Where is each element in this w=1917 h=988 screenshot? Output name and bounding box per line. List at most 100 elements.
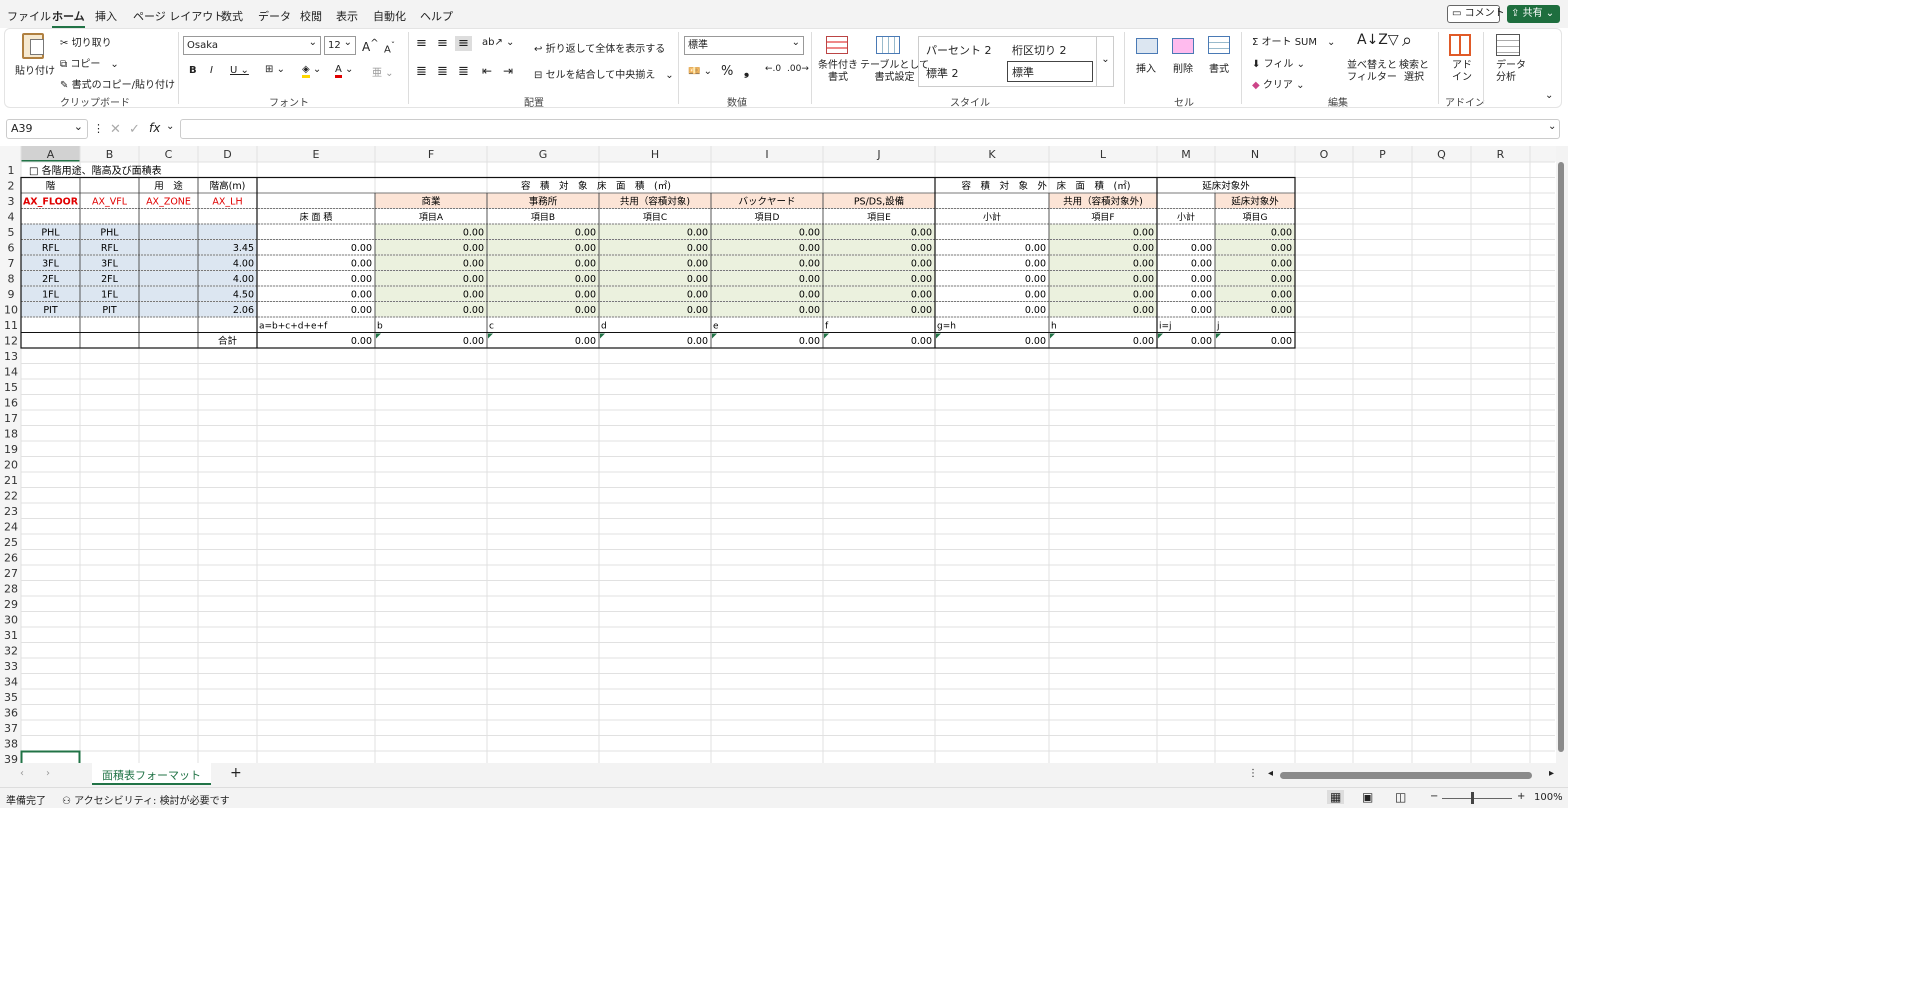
- area-value: 0.00: [1191, 259, 1212, 270]
- area-value: 0.00: [687, 290, 708, 301]
- fill-color-button[interactable]: ◈ ⌄: [302, 64, 321, 78]
- row-header: 25: [4, 536, 18, 549]
- horizontal-scrollbar[interactable]: [1280, 772, 1532, 779]
- zoom-level[interactable]: 100%: [1534, 792, 1563, 803]
- tab-data[interactable]: データ: [258, 8, 291, 24]
- border-button[interactable]: ⊞ ⌄: [265, 64, 285, 75]
- tab-automate[interactable]: 自動化: [373, 8, 406, 24]
- fill-button[interactable]: ⬇ フィル ⌄: [1252, 55, 1305, 70]
- worksheet[interactable]: A B C D E F G H I J K L M N O P Q R 1 2 3 4 5 6 7 8 9 10 11 12 13 14 15 1…: [0, 146, 1568, 779]
- align-right-icon[interactable]: ≣: [458, 64, 469, 79]
- error-indicator: [1158, 333, 1163, 339]
- tab-file[interactable]: ファイル: [7, 8, 51, 24]
- tab-help[interactable]: ヘルプ: [420, 8, 453, 24]
- scroll-right-icon[interactable]: ▸: [1549, 768, 1554, 779]
- accounting-format-button[interactable]: 💴 ⌄: [688, 66, 712, 77]
- styles-more-button[interactable]: ⌄: [1096, 36, 1114, 87]
- tab-insert[interactable]: 挿入: [95, 8, 117, 24]
- number-format-select[interactable]: 標準: [684, 34, 804, 55]
- accessibility-icon: ⚇: [62, 796, 71, 807]
- shrink-font-button[interactable]: Aˇ: [384, 40, 395, 55]
- decrease-indent-icon[interactable]: ⇤: [482, 64, 492, 78]
- copy-button[interactable]: ⧉ コピー ⌄: [60, 55, 119, 70]
- row-header: 23: [4, 505, 18, 518]
- tab-view[interactable]: 表示: [336, 8, 358, 24]
- tab-page-layout[interactable]: ページ レイアウト: [133, 8, 224, 24]
- vertical-scrollbar-thumb[interactable]: [1558, 162, 1564, 752]
- orientation-button[interactable]: ab↗ ⌄: [482, 37, 514, 48]
- area-value: 0.00: [687, 305, 708, 316]
- zoom-slider[interactable]: [1442, 798, 1512, 799]
- insert-function-button[interactable]: fx: [149, 121, 160, 135]
- floor-level: RFL: [101, 243, 119, 254]
- header-category: 共用（容積対象): [620, 196, 690, 208]
- phonetic-button[interactable]: 亜 ⌄: [372, 64, 394, 79]
- increase-indent-icon[interactable]: ⇥: [503, 64, 513, 78]
- tab-formulas[interactable]: 数式: [221, 8, 243, 24]
- ribbon-collapse-icon[interactable]: ⌄: [1545, 90, 1553, 101]
- header-category: PS/DS,設備: [854, 196, 904, 208]
- comma-style-button[interactable]: ❟: [744, 64, 749, 79]
- grow-font-button[interactable]: A^: [362, 38, 379, 54]
- cancel-icon[interactable]: ✕: [110, 122, 121, 137]
- tab-home[interactable]: ホーム: [52, 8, 85, 28]
- italic-button[interactable]: I: [210, 65, 213, 76]
- underline-button[interactable]: U ⌄: [230, 65, 249, 76]
- bold-button[interactable]: B: [189, 65, 197, 76]
- options-icon[interactable]: ⋮: [1248, 768, 1258, 779]
- tab-review[interactable]: 校閲: [300, 8, 322, 24]
- area-value: 0.00: [575, 290, 596, 301]
- add-sheet-button[interactable]: +: [230, 765, 242, 781]
- align-top-icon[interactable]: ≡: [416, 36, 427, 51]
- align-bottom-icon[interactable]: ≡: [455, 36, 472, 51]
- worksheet-grid[interactable]: A B C D E F G H I J K L M N O P Q R1234567891011121314151…: [0, 146, 1568, 779]
- column-header: E: [313, 148, 320, 161]
- scroll-left-icon[interactable]: ◂: [1268, 768, 1273, 779]
- accessibility-status[interactable]: ⚇ アクセシビリティ: 検討が必要です: [62, 792, 230, 807]
- align-left-icon[interactable]: ≣: [416, 64, 427, 79]
- style-percent-2[interactable]: パーセント 2: [926, 42, 992, 58]
- merge-center-button[interactable]: ⊟ セルを結合して中央揃え ⌄: [534, 66, 674, 81]
- increase-decimal-icon[interactable]: ←.0: [765, 64, 781, 74]
- zoom-out-icon[interactable]: −: [1430, 791, 1438, 802]
- style-normal[interactable]: 標準: [1007, 61, 1093, 82]
- comment-button[interactable]: ▭ コメント: [1447, 5, 1505, 23]
- align-center-icon[interactable]: ≣: [437, 64, 448, 79]
- page-layout-view-icon[interactable]: ▣: [1362, 790, 1373, 804]
- percent-button[interactable]: %: [721, 64, 733, 79]
- active-cell[interactable]: [20, 750, 81, 768]
- column-header: G: [539, 148, 548, 161]
- area-value: 0.00: [911, 243, 932, 254]
- normal-view-icon[interactable]: ▦: [1327, 790, 1345, 804]
- font-name-select[interactable]: Osaka: [183, 34, 321, 55]
- enter-icon[interactable]: ✓: [129, 122, 140, 137]
- cut-button[interactable]: ✂ 切り取り: [60, 34, 112, 49]
- area-value: 0.00: [687, 243, 708, 254]
- row-header: 7: [8, 257, 15, 270]
- share-button[interactable]: ⇪ 共有 ⌄: [1507, 5, 1560, 23]
- name-box[interactable]: A39 ⌄: [6, 119, 88, 139]
- zoom-slider-thumb[interactable]: [1471, 792, 1474, 804]
- sheet-tab-active[interactable]: 面積表フォーマット: [92, 763, 211, 785]
- decrease-decimal-icon[interactable]: .00→: [787, 64, 809, 74]
- page-break-view-icon[interactable]: ◫: [1395, 790, 1406, 804]
- format-painter-button[interactable]: ✎ 書式のコピー/貼り付け: [60, 76, 175, 91]
- wrap-text-button[interactable]: ↩ 折り返して全体を表示する: [534, 40, 665, 55]
- clear-button[interactable]: ◆ クリア ⌄: [1252, 76, 1304, 91]
- font-size-select[interactable]: 12: [324, 34, 356, 55]
- style-comma-2[interactable]: 桁区切り 2: [1012, 42, 1067, 58]
- currency-icon: 💴: [688, 66, 701, 77]
- formula-input[interactable]: [180, 119, 1560, 139]
- expand-formula-icon[interactable]: ⌄: [1548, 121, 1556, 132]
- merge-icon: ⊟: [534, 70, 543, 81]
- prev-sheet-icon[interactable]: ‹: [20, 768, 24, 779]
- align-middle-icon[interactable]: ≡: [437, 36, 448, 51]
- area-value: 0.00: [1025, 259, 1046, 270]
- eraser-icon: ◆: [1252, 80, 1260, 91]
- autosum-button[interactable]: Σ オート SUM ⌄: [1252, 33, 1335, 48]
- style-normal-2[interactable]: 標準 2: [926, 65, 959, 81]
- area-value: 0.00: [1133, 243, 1154, 254]
- font-color-button[interactable]: A ⌄: [335, 64, 353, 78]
- zoom-in-icon[interactable]: +: [1517, 791, 1525, 802]
- next-sheet-icon[interactable]: ›: [46, 768, 50, 779]
